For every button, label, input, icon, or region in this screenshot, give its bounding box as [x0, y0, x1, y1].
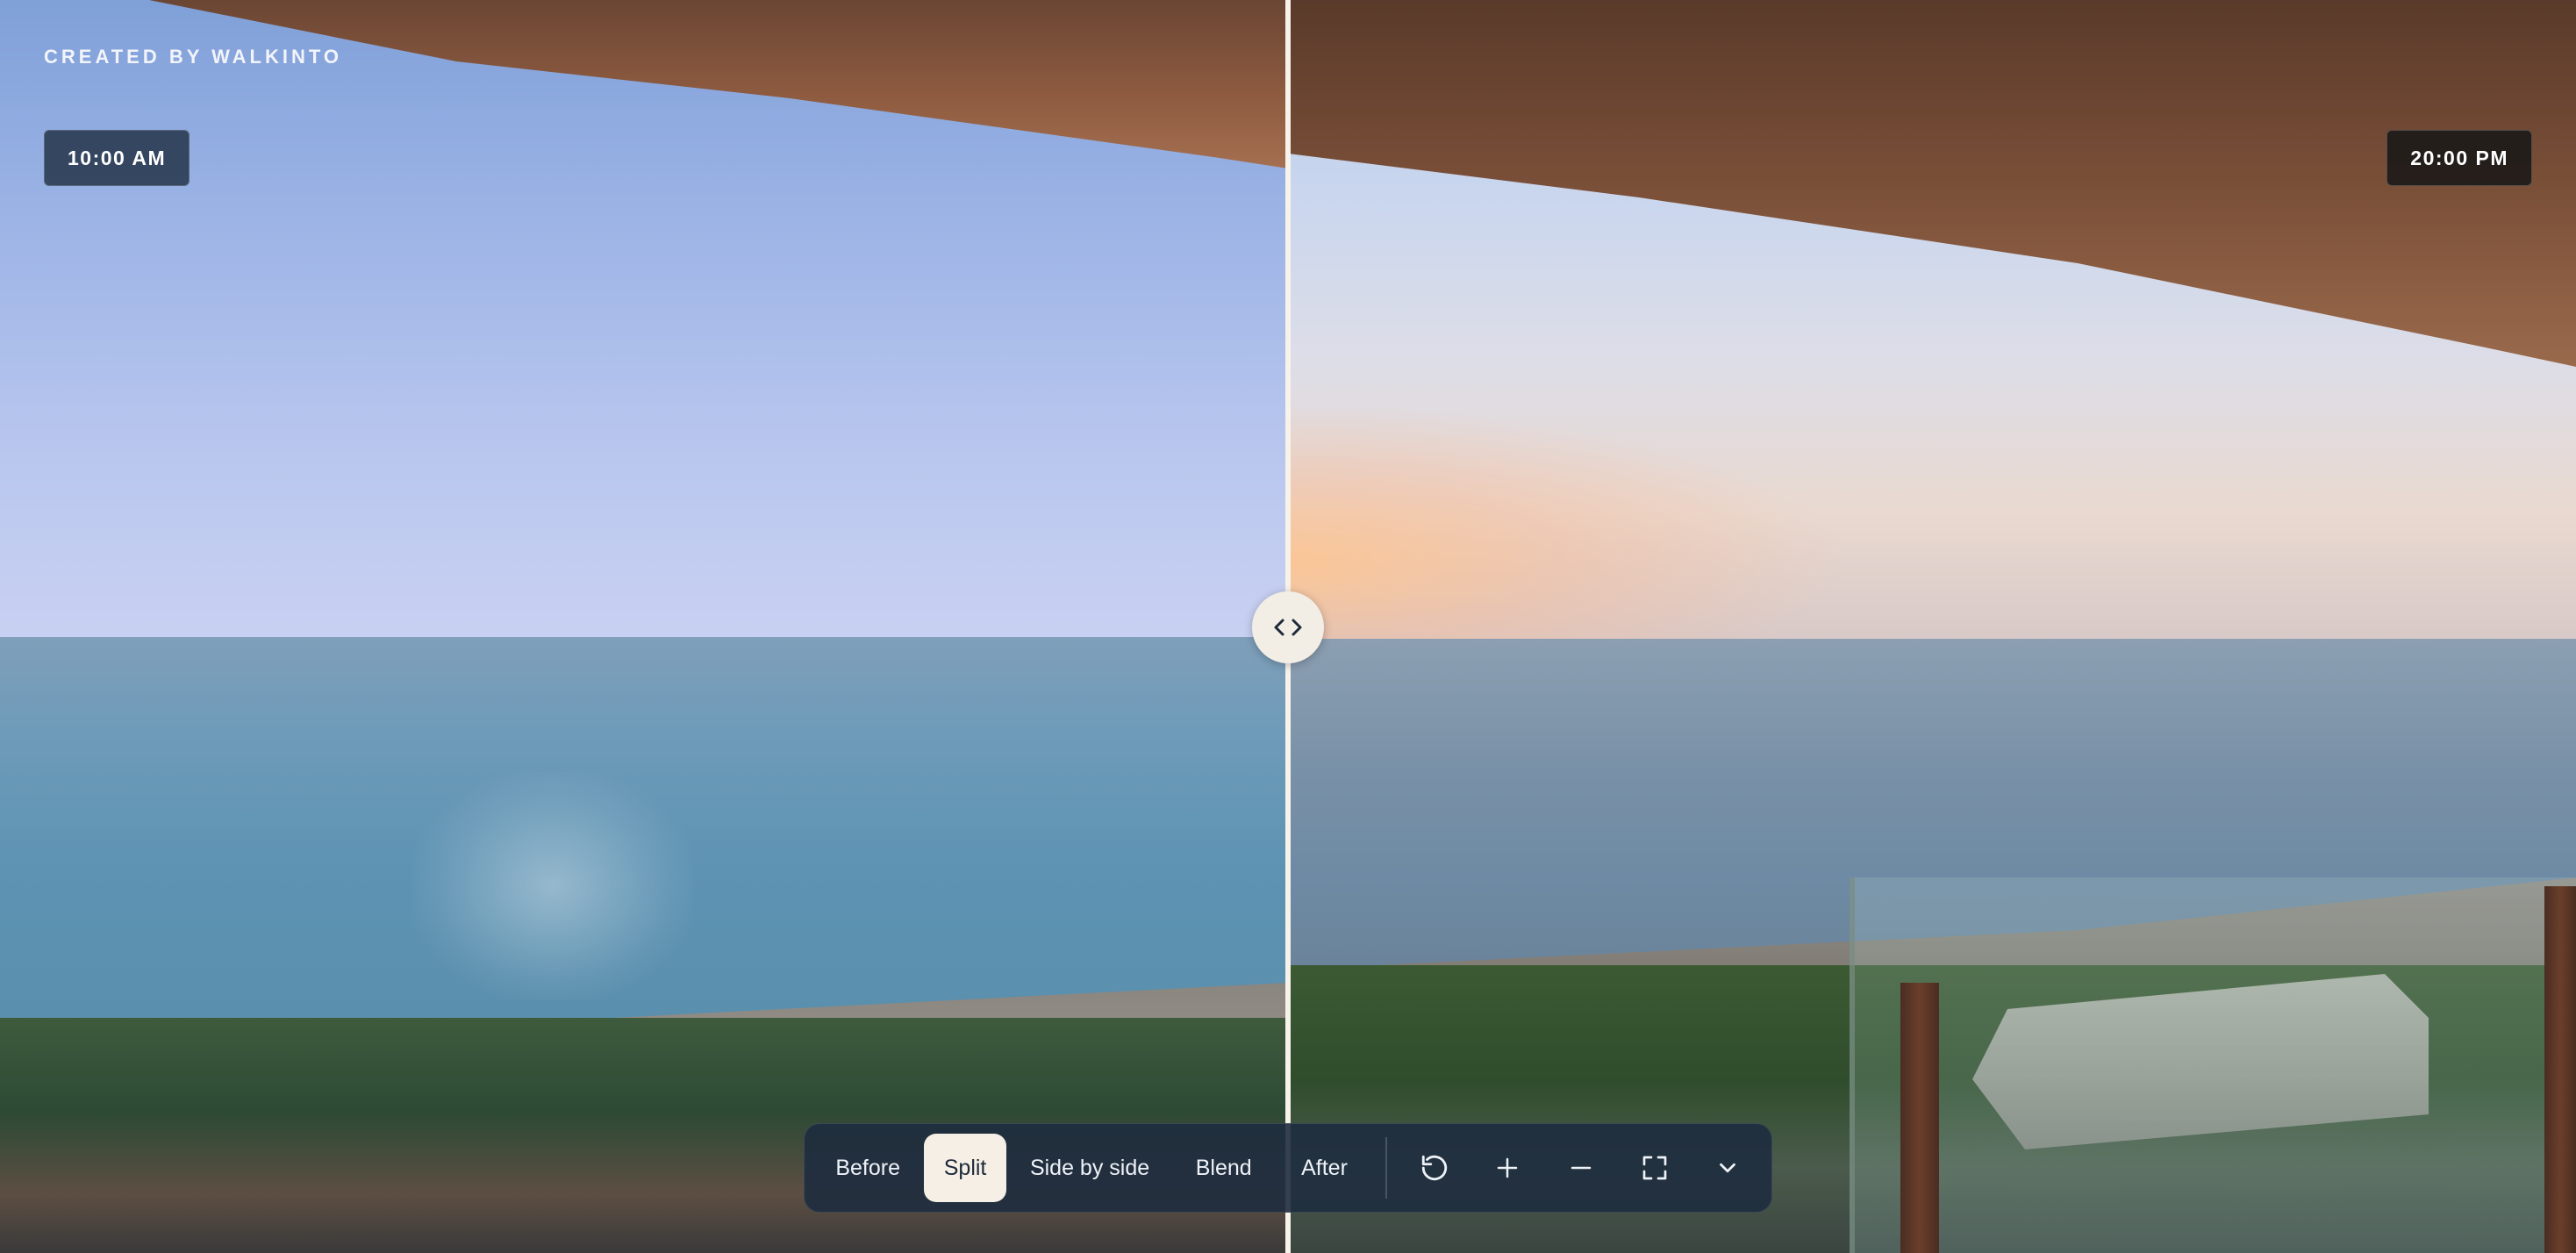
fullscreen-icon — [1642, 1156, 1666, 1180]
credit-text: CREATED BY WALKINTO — [44, 46, 343, 68]
comparison-toolbar: Before Split Side by side Blend After — [804, 1123, 1772, 1213]
mode-after-button[interactable]: After — [1274, 1134, 1375, 1202]
mode-blend-button[interactable]: Blend — [1173, 1134, 1274, 1202]
mode-before-button[interactable]: Before — [812, 1134, 924, 1202]
zoom-in-button[interactable] — [1470, 1134, 1544, 1202]
railing-post — [1900, 983, 1939, 1253]
minus-icon — [1571, 1166, 1592, 1170]
railing-post — [2544, 886, 2576, 1253]
toolbar-divider — [1385, 1137, 1387, 1199]
rotate-ccw-icon — [1421, 1155, 1447, 1181]
before-time-badge: 10:00 AM — [44, 130, 190, 186]
mode-side-by-side-button[interactable]: Side by side — [1006, 1134, 1174, 1202]
plus-icon — [1498, 1157, 1518, 1178]
before-image — [0, 0, 1288, 1253]
more-options-button[interactable] — [1691, 1134, 1764, 1202]
mode-split-button[interactable]: Split — [924, 1134, 1006, 1202]
reset-button[interactable] — [1398, 1134, 1471, 1202]
glass-railing — [1850, 877, 2576, 1253]
chevron-down-icon — [1720, 1163, 1736, 1173]
sunset-glow — [1288, 404, 1850, 667]
zoom-out-button[interactable] — [1544, 1134, 1618, 1202]
chevron-left-right-icon — [1274, 619, 1302, 636]
split-handle[interactable] — [1252, 591, 1324, 663]
after-image — [1288, 0, 2576, 1253]
fullscreen-button[interactable] — [1618, 1134, 1692, 1202]
after-time-badge: 20:00 PM — [2386, 130, 2532, 186]
sun-glare — [412, 772, 693, 1000]
